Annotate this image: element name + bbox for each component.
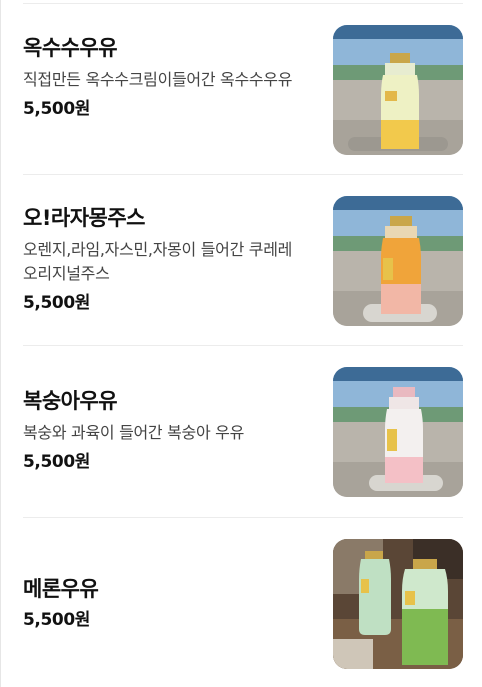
menu-item-info: 옥수수우유 직접만든 옥수수크림이들어간 옥수수우유 5,500원 (23, 35, 308, 120)
menu-item-grapefruit-juice[interactable]: 오!라자몽주스 오렌지,라임,자스민,자몽이 들어간 쿠레레 오리지널주스 5,… (23, 174, 463, 345)
menu-item-name: 메론우유 (23, 577, 99, 601)
grapefruit-juice-bottle-photo (333, 196, 463, 326)
menu-item-name: 복숭아우유 (23, 389, 118, 413)
menu-item-price: 5,500원 (23, 610, 91, 630)
menu-item-price: 5,500원 (23, 99, 91, 119)
menu-item-description: 오렌지,라임,자스민,자몽이 들어간 쿠레레 오리지널주스 (23, 240, 293, 283)
menu-item-photo[interactable] (333, 25, 463, 155)
menu-item-peach-milk[interactable]: 복숭아우유 복숭와 과육이 들어간 복숭아 우유 5,500원 (23, 345, 463, 517)
menu-item-name: 오!라자몽주스 (23, 206, 146, 230)
menu-item-melon-milk[interactable]: 메론우유 5,500원 (23, 517, 463, 687)
menu-item-photo[interactable] (333, 539, 463, 669)
melon-milk-bottles-photo (333, 539, 463, 669)
corn-milk-bottle-photo (333, 25, 463, 155)
menu-item-price: 5,500원 (23, 452, 91, 472)
menu-item-price: 5,500원 (23, 293, 91, 313)
menu-item-name: 옥수수우유 (23, 36, 118, 60)
menu-item-info: 복숭아우유 복숭와 과육이 들어간 복숭아 우유 5,500원 (23, 388, 308, 473)
menu-item-corn-milk[interactable]: 옥수수우유 직접만든 옥수수크림이들어간 옥수수우유 5,500원 (23, 3, 463, 174)
menu-item-description: 복숭와 과육이 들어간 복숭아 우유 (23, 423, 245, 442)
peach-milk-bottle-photo (333, 367, 463, 497)
menu-item-description: 직접만든 옥수수크림이들어간 옥수수우유 (23, 70, 293, 89)
menu-item-info: 오!라자몽주스 오렌지,라임,자스민,자몽이 들어간 쿠레레 오리지널주스 5,… (23, 205, 308, 314)
menu-item-photo[interactable] (333, 196, 463, 326)
menu-item-info: 메론우유 5,500원 (23, 576, 308, 631)
menu-item-photo[interactable] (333, 367, 463, 497)
left-border (0, 0, 1, 687)
